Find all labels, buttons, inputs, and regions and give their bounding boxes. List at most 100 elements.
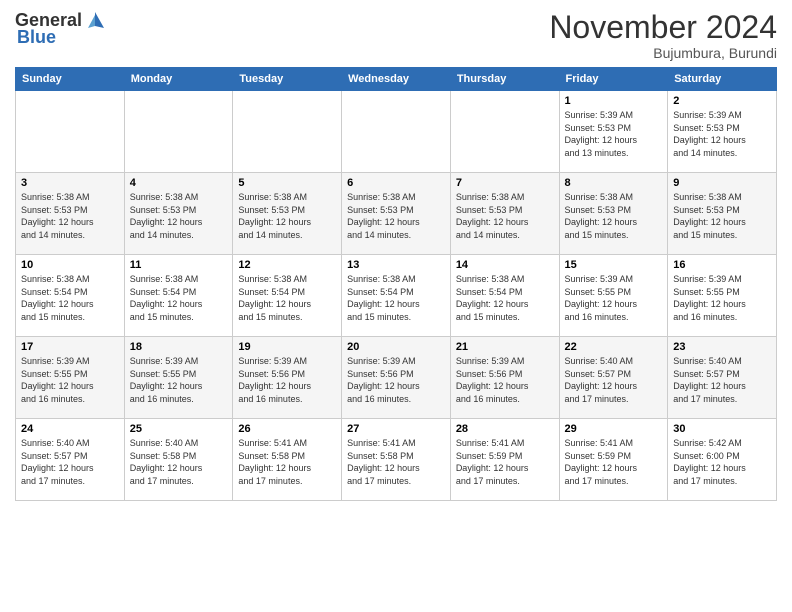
day-number: 22 [565, 341, 663, 353]
day-info: Sunrise: 5:38 AMSunset: 5:54 PMDaylight:… [130, 273, 228, 323]
day-number: 1 [565, 95, 663, 107]
day-info: Sunrise: 5:38 AMSunset: 5:53 PMDaylight:… [347, 191, 445, 241]
cell-2-5: 15 Sunrise: 5:39 AMSunset: 5:55 PMDayligh… [559, 255, 668, 337]
day-number: 11 [130, 259, 228, 271]
day-number: 15 [565, 259, 663, 271]
day-number: 28 [456, 423, 554, 435]
day-info: Sunrise: 5:38 AMSunset: 5:54 PMDaylight:… [238, 273, 336, 323]
day-number: 27 [347, 423, 445, 435]
cell-0-0 [16, 91, 125, 173]
week-row-4: 17Sunrise: 5:39 AMSunset: 5:55 PMDayligh… [16, 337, 777, 419]
day-info: Sunrise: 5:41 AMSunset: 5:59 PMDaylight:… [565, 437, 663, 487]
cell-0-1 [124, 91, 233, 173]
week-row-5: 24Sunrise: 5:40 AMSunset: 5:57 PMDayligh… [16, 419, 777, 501]
day-number: 24 [21, 423, 119, 435]
day-number: 5 [238, 177, 336, 189]
day-number: 18 [130, 341, 228, 353]
day-info: Sunrise: 5:38 AMSunset: 5:53 PMDaylight:… [21, 191, 119, 241]
cell-4-0: 24Sunrise: 5:40 AMSunset: 5:57 PMDayligh… [16, 419, 125, 501]
day-number: 12 [238, 259, 336, 271]
cell-3-4: 21Sunrise: 5:39 AMSunset: 5:56 PMDayligh… [450, 337, 559, 419]
day-number: 3 [21, 177, 119, 189]
header-thursday: Thursday [450, 68, 559, 91]
cell-3-6: 23 Sunrise: 5:40 AMSunset: 5:57 PMDayligh… [668, 337, 777, 419]
header-wednesday: Wednesday [342, 68, 451, 91]
day-number: 29 [565, 423, 663, 435]
day-info: Sunrise: 5:40 AMSunset: 5:57 PMDaylight:… [673, 355, 771, 405]
day-number: 10 [21, 259, 119, 271]
day-info: Sunrise: 5:38 AMSunset: 5:54 PMDaylight:… [347, 273, 445, 323]
cell-3-5: 22Sunrise: 5:40 AMSunset: 5:57 PMDayligh… [559, 337, 668, 419]
cell-1-2: 5 Sunrise: 5:38 AMSunset: 5:53 PMDaylight… [233, 173, 342, 255]
cell-4-5: 29 Sunrise: 5:41 AMSunset: 5:59 PMDayligh… [559, 419, 668, 501]
day-number: 26 [238, 423, 336, 435]
header-monday: Monday [124, 68, 233, 91]
week-row-2: 3 Sunrise: 5:38 AMSunset: 5:53 PMDaylight… [16, 173, 777, 255]
cell-1-4: 7 Sunrise: 5:38 AMSunset: 5:53 PMDaylight… [450, 173, 559, 255]
cell-4-3: 27 Sunrise: 5:41 AMSunset: 5:58 PMDayligh… [342, 419, 451, 501]
cell-0-2 [233, 91, 342, 173]
day-info: Sunrise: 5:39 AMSunset: 5:55 PMDaylight:… [565, 273, 663, 323]
cell-4-2: 26Sunrise: 5:41 AMSunset: 5:58 PMDayligh… [233, 419, 342, 501]
day-info: Sunrise: 5:40 AMSunset: 5:58 PMDaylight:… [130, 437, 228, 487]
day-info: Sunrise: 5:39 AMSunset: 5:55 PMDaylight:… [673, 273, 771, 323]
cell-0-6: 2Sunrise: 5:39 AMSunset: 5:53 PMDaylight… [668, 91, 777, 173]
cell-1-0: 3 Sunrise: 5:38 AMSunset: 5:53 PMDaylight… [16, 173, 125, 255]
cell-1-5: 8 Sunrise: 5:38 AMSunset: 5:53 PMDaylight… [559, 173, 668, 255]
logo-icon [84, 10, 106, 32]
cell-4-1: 25Sunrise: 5:40 AMSunset: 5:58 PMDayligh… [124, 419, 233, 501]
day-info: Sunrise: 5:41 AMSunset: 5:58 PMDaylight:… [347, 437, 445, 487]
day-number: 4 [130, 177, 228, 189]
cell-2-1: 11 Sunrise: 5:38 AMSunset: 5:54 PMDayligh… [124, 255, 233, 337]
day-info: Sunrise: 5:42 AMSunset: 6:00 PMDaylight:… [673, 437, 771, 487]
day-number: 14 [456, 259, 554, 271]
day-number: 6 [347, 177, 445, 189]
day-number: 30 [673, 423, 771, 435]
day-info: Sunrise: 5:39 AMSunset: 5:56 PMDaylight:… [238, 355, 336, 405]
day-info: Sunrise: 5:39 AMSunset: 5:53 PMDaylight:… [673, 109, 771, 159]
calendar: Sunday Monday Tuesday Wednesday Thursday… [15, 67, 777, 501]
day-info: Sunrise: 5:38 AMSunset: 5:53 PMDaylight:… [673, 191, 771, 241]
cell-0-3 [342, 91, 451, 173]
week-row-1: 1 Sunrise: 5:39 AMSunset: 5:53 PMDaylight… [16, 91, 777, 173]
logo-blue: Blue [17, 28, 56, 48]
header-tuesday: Tuesday [233, 68, 342, 91]
cell-4-4: 28Sunrise: 5:41 AMSunset: 5:59 PMDayligh… [450, 419, 559, 501]
header: General Blue November 2024 Bujumbura, Bu… [15, 10, 777, 61]
cell-0-4 [450, 91, 559, 173]
cell-2-4: 14 Sunrise: 5:38 AMSunset: 5:54 PMDayligh… [450, 255, 559, 337]
cell-1-3: 6 Sunrise: 5:38 AMSunset: 5:53 PMDaylight… [342, 173, 451, 255]
page: General Blue November 2024 Bujumbura, Bu… [0, 0, 792, 612]
cell-3-0: 17Sunrise: 5:39 AMSunset: 5:55 PMDayligh… [16, 337, 125, 419]
day-info: Sunrise: 5:39 AMSunset: 5:56 PMDaylight:… [456, 355, 554, 405]
header-sunday: Sunday [16, 68, 125, 91]
day-info: Sunrise: 5:38 AMSunset: 5:53 PMDaylight:… [456, 191, 554, 241]
day-info: Sunrise: 5:39 AMSunset: 5:55 PMDaylight:… [21, 355, 119, 405]
weekday-header-row: Sunday Monday Tuesday Wednesday Thursday… [16, 68, 777, 91]
day-number: 7 [456, 177, 554, 189]
day-info: Sunrise: 5:39 AMSunset: 5:56 PMDaylight:… [347, 355, 445, 405]
title-block: November 2024 Bujumbura, Burundi [549, 10, 777, 61]
header-saturday: Saturday [668, 68, 777, 91]
day-info: Sunrise: 5:38 AMSunset: 5:54 PMDaylight:… [456, 273, 554, 323]
day-info: Sunrise: 5:38 AMSunset: 5:53 PMDaylight:… [565, 191, 663, 241]
day-info: Sunrise: 5:38 AMSunset: 5:53 PMDaylight:… [238, 191, 336, 241]
day-info: Sunrise: 5:39 AMSunset: 5:53 PMDaylight:… [565, 109, 663, 159]
day-number: 8 [565, 177, 663, 189]
day-info: Sunrise: 5:39 AMSunset: 5:55 PMDaylight:… [130, 355, 228, 405]
day-number: 23 [673, 341, 771, 353]
cell-3-3: 20Sunrise: 5:39 AMSunset: 5:56 PMDayligh… [342, 337, 451, 419]
cell-2-3: 13Sunrise: 5:38 AMSunset: 5:54 PMDayligh… [342, 255, 451, 337]
cell-1-1: 4 Sunrise: 5:38 AMSunset: 5:53 PMDaylight… [124, 173, 233, 255]
day-number: 16 [673, 259, 771, 271]
month-title: November 2024 [549, 10, 777, 45]
header-friday: Friday [559, 68, 668, 91]
day-info: Sunrise: 5:38 AMSunset: 5:53 PMDaylight:… [130, 191, 228, 241]
day-info: Sunrise: 5:38 AMSunset: 5:54 PMDaylight:… [21, 273, 119, 323]
cell-4-6: 30 Sunrise: 5:42 AMSunset: 6:00 PMDayligh… [668, 419, 777, 501]
cell-3-2: 19Sunrise: 5:39 AMSunset: 5:56 PMDayligh… [233, 337, 342, 419]
cell-0-5: 1 Sunrise: 5:39 AMSunset: 5:53 PMDaylight… [559, 91, 668, 173]
cell-1-6: 9Sunrise: 5:38 AMSunset: 5:53 PMDaylight… [668, 173, 777, 255]
cell-2-0: 10 Sunrise: 5:38 AMSunset: 5:54 PMDayligh… [16, 255, 125, 337]
week-row-3: 10 Sunrise: 5:38 AMSunset: 5:54 PMDayligh… [16, 255, 777, 337]
